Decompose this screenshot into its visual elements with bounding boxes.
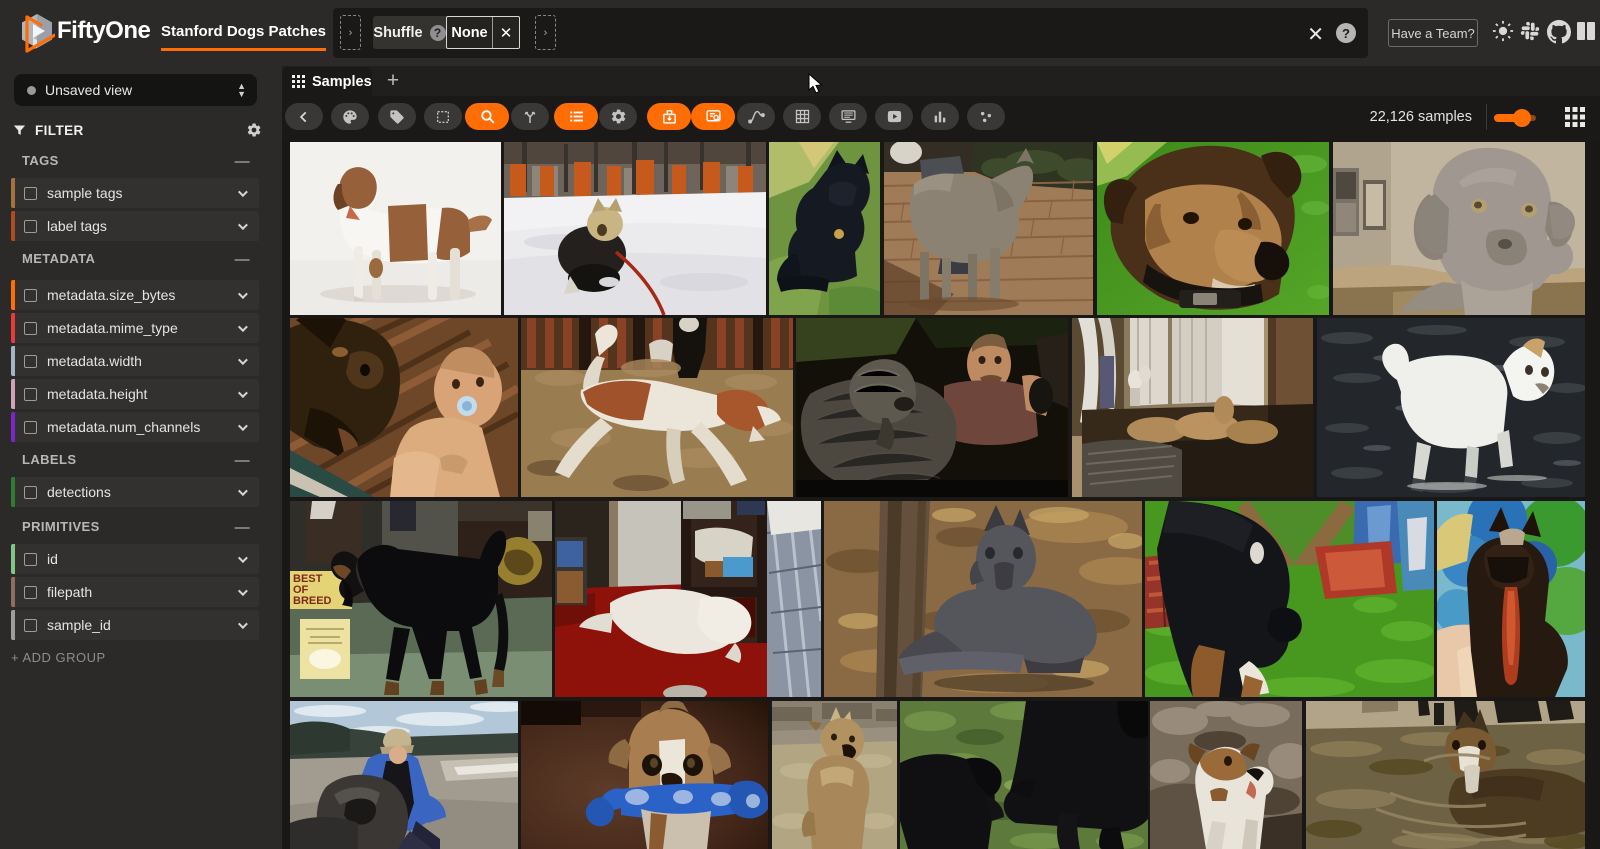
svg-text:BREED: BREED [293,595,332,607]
